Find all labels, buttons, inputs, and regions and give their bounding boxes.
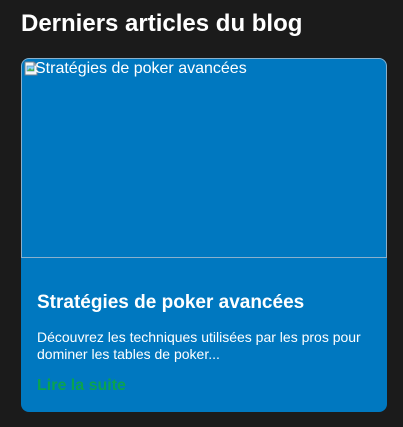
article-excerpt: Découvrez les techniques utilisées par l…	[37, 329, 361, 362]
article-image-alt: Stratégies de poker avancées	[35, 60, 247, 77]
section-title: Derniers articles du blog	[21, 10, 303, 37]
article-title: Stratégies de poker avancées	[37, 292, 305, 313]
blog-page: Derniers articles du blog Stratégies de …	[0, 0, 403, 427]
article-image: Stratégies de poker avancées	[21, 58, 387, 258]
article-card: Stratégies de poker avancées Stratégies …	[21, 58, 387, 412]
read-more-link[interactable]: Lire la suite	[37, 377, 126, 395]
